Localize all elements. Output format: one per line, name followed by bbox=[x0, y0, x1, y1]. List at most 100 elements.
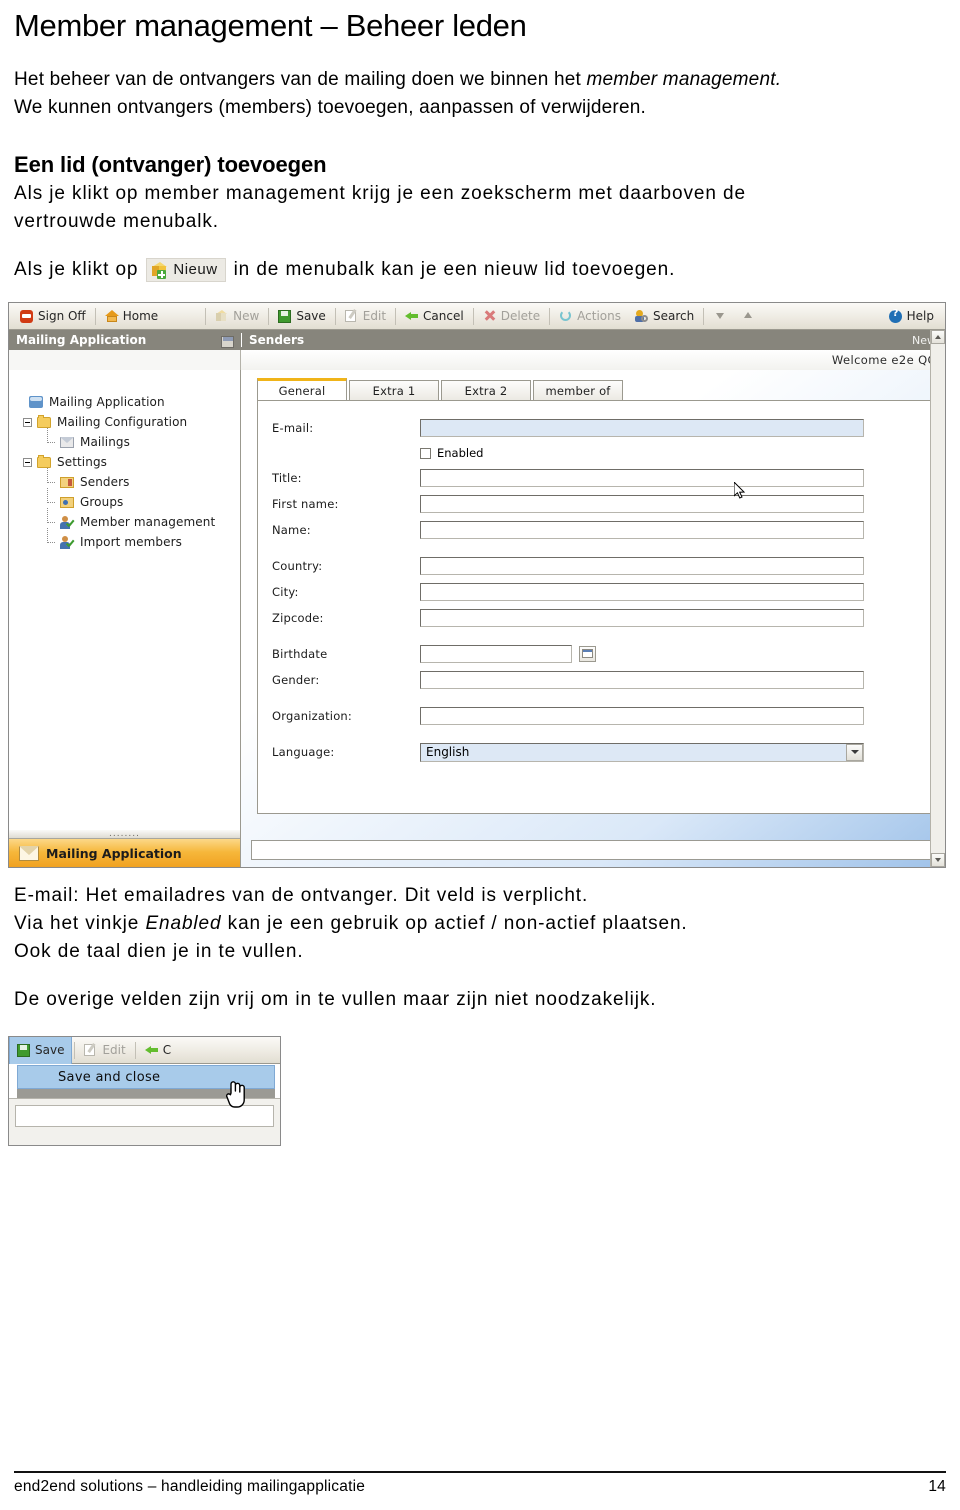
tab-extra-1[interactable]: Extra 1 bbox=[349, 380, 439, 400]
cancel-button[interactable]: C bbox=[138, 1039, 178, 1061]
save-menu-input[interactable] bbox=[15, 1105, 274, 1127]
language-select[interactable]: English bbox=[420, 742, 864, 762]
collapse-icon[interactable] bbox=[23, 417, 32, 427]
app-title-bar: Mailing Application Senders New bbox=[9, 330, 945, 350]
country-input[interactable] bbox=[420, 557, 864, 575]
toolbar-separator bbox=[94, 307, 96, 325]
toolbar-cancel-label: Cancel bbox=[423, 309, 464, 323]
scroll-up-button[interactable] bbox=[931, 330, 945, 344]
tree-item-import-members[interactable]: Import members bbox=[23, 527, 240, 552]
section-line-2: vertrouwde menubalk. bbox=[14, 211, 219, 232]
cancel-arrow-icon bbox=[405, 309, 419, 323]
tab-label: member of bbox=[545, 383, 611, 398]
edit-pencil-icon bbox=[344, 309, 359, 323]
tree-item-groups[interactable]: Groups bbox=[23, 487, 240, 512]
tab-general[interactable]: General bbox=[257, 378, 347, 400]
toolbar-save-label: Save bbox=[296, 309, 326, 323]
database-icon bbox=[29, 395, 44, 409]
enabled-label: Enabled bbox=[437, 446, 484, 460]
intro-line-2-text: We kunnen ontvangers (members) toevoegen… bbox=[14, 97, 646, 118]
app-toolbar: Sign Off Home New Save Edit Cancel Delet… bbox=[9, 303, 945, 330]
language-row: Language: English bbox=[258, 739, 934, 765]
intro-paragraph: Het beheer van de ontvangers van de mail… bbox=[14, 66, 946, 122]
tree-item-settings[interactable]: Settings bbox=[23, 452, 240, 472]
enabled-checkbox[interactable] bbox=[420, 447, 431, 459]
language-label: Language: bbox=[272, 745, 335, 759]
welcome-text: Welcome e2e QC bbox=[831, 353, 936, 367]
tree-footer-button[interactable]: ........ Mailing Application bbox=[9, 830, 240, 867]
window-icon[interactable] bbox=[221, 336, 234, 348]
collapse-icon[interactable] bbox=[23, 457, 32, 467]
city-input[interactable] bbox=[420, 583, 864, 601]
actions-circle-icon bbox=[559, 309, 573, 323]
toolbar-sign-off-button[interactable]: Sign Off bbox=[13, 305, 93, 327]
toolbar-actions-button[interactable]: Actions bbox=[552, 305, 628, 327]
search-icon bbox=[634, 309, 649, 323]
section-paragraph: Als je klikt op member management krijg … bbox=[14, 180, 946, 236]
organization-label: Organization: bbox=[272, 709, 352, 723]
tree-elbow-icon bbox=[43, 507, 55, 527]
vertical-scrollbar[interactable] bbox=[930, 330, 945, 867]
scroll-down-button[interactable] bbox=[931, 853, 945, 867]
sign-off-icon bbox=[20, 309, 34, 323]
organization-row: Organization: bbox=[258, 703, 934, 729]
note-line-1: E-mail: Het emailadres van de ontvanger.… bbox=[14, 885, 589, 906]
cancel-arrow-icon bbox=[144, 1043, 159, 1057]
nieuw-button[interactable]: Nieuw bbox=[146, 258, 226, 282]
member-icon bbox=[60, 535, 75, 549]
tree-item-label: Mailing Configuration bbox=[57, 415, 188, 429]
save-button[interactable]: Save bbox=[9, 1037, 73, 1064]
tree-item-mailing-application[interactable]: Mailing Application bbox=[23, 392, 240, 412]
tree-item-senders[interactable]: Senders bbox=[23, 467, 240, 492]
toolbar-separator bbox=[74, 1041, 76, 1059]
tree-item-mailing-configuration[interactable]: Mailing Configuration bbox=[23, 412, 240, 432]
gender-input[interactable] bbox=[420, 671, 864, 689]
edit-button[interactable]: Edit bbox=[77, 1039, 132, 1061]
tab-extra-2[interactable]: Extra 2 bbox=[441, 380, 531, 400]
toolbar-edit-button[interactable]: Edit bbox=[338, 305, 393, 327]
birthdate-input[interactable] bbox=[420, 645, 572, 663]
status-input[interactable] bbox=[251, 840, 935, 860]
new-box-icon bbox=[151, 262, 168, 279]
name-input[interactable] bbox=[420, 521, 864, 539]
chevron-down-icon[interactable] bbox=[846, 743, 863, 761]
optional-fields-note: De overige velden zijn vrij om in te vul… bbox=[14, 989, 657, 1010]
toolbar-help-label: Help bbox=[906, 309, 934, 323]
toolbar-home-button[interactable]: Home bbox=[98, 305, 165, 327]
toolbar-help-button[interactable]: Help bbox=[882, 305, 941, 327]
toolbar-move-up-button[interactable] bbox=[734, 305, 762, 327]
document-page: Member management – Beheer leden Het beh… bbox=[0, 6, 960, 1510]
email-input[interactable] bbox=[420, 419, 864, 437]
tree-elbow-icon bbox=[43, 487, 55, 507]
footer-page-number: 14 bbox=[928, 1478, 946, 1495]
toolbar-sign-off-label: Sign Off bbox=[38, 309, 86, 323]
first-name-label: First name: bbox=[272, 497, 339, 511]
toolbar-cancel-button[interactable]: Cancel bbox=[398, 305, 471, 327]
pane-resize-grip[interactable]: ........ bbox=[9, 830, 240, 839]
toolbar-save-button[interactable]: Save bbox=[271, 305, 332, 327]
calendar-picker-icon[interactable] bbox=[579, 646, 596, 662]
title-input[interactable] bbox=[420, 469, 864, 487]
form-tabs: General Extra 1 Extra 2 member of bbox=[241, 378, 945, 400]
toolbar-search-button[interactable]: Search bbox=[628, 305, 701, 327]
organization-input[interactable] bbox=[420, 707, 864, 725]
app-title-right: Senders New bbox=[241, 333, 945, 347]
tree-item-mailings[interactable]: Mailings bbox=[23, 427, 240, 452]
tree-elbow-icon bbox=[43, 427, 55, 447]
email-label: E-mail: bbox=[272, 421, 314, 435]
title-row: Title: bbox=[258, 465, 934, 491]
page-footer: end2end solutions – handleiding mailinga… bbox=[14, 1471, 946, 1496]
navigation-tree: Mailing Application Mailing Configuratio… bbox=[9, 370, 240, 838]
save-floppy-icon bbox=[17, 1043, 31, 1057]
toolbar-separator bbox=[703, 307, 705, 325]
zipcode-input[interactable] bbox=[420, 609, 864, 627]
menu-item-save-and-close[interactable]: Save and close bbox=[17, 1065, 275, 1089]
toolbar-delete-button[interactable]: Delete bbox=[476, 305, 547, 327]
tree-item-member-management[interactable]: Member management bbox=[23, 507, 240, 532]
country-row: Country: bbox=[258, 553, 934, 579]
tab-member-of[interactable]: member of bbox=[533, 380, 623, 400]
first-name-input[interactable] bbox=[420, 495, 864, 513]
toolbar-move-down-button[interactable] bbox=[706, 305, 734, 327]
toolbar-new-button[interactable]: New bbox=[208, 305, 266, 327]
save-button-label: Save bbox=[35, 1043, 65, 1057]
